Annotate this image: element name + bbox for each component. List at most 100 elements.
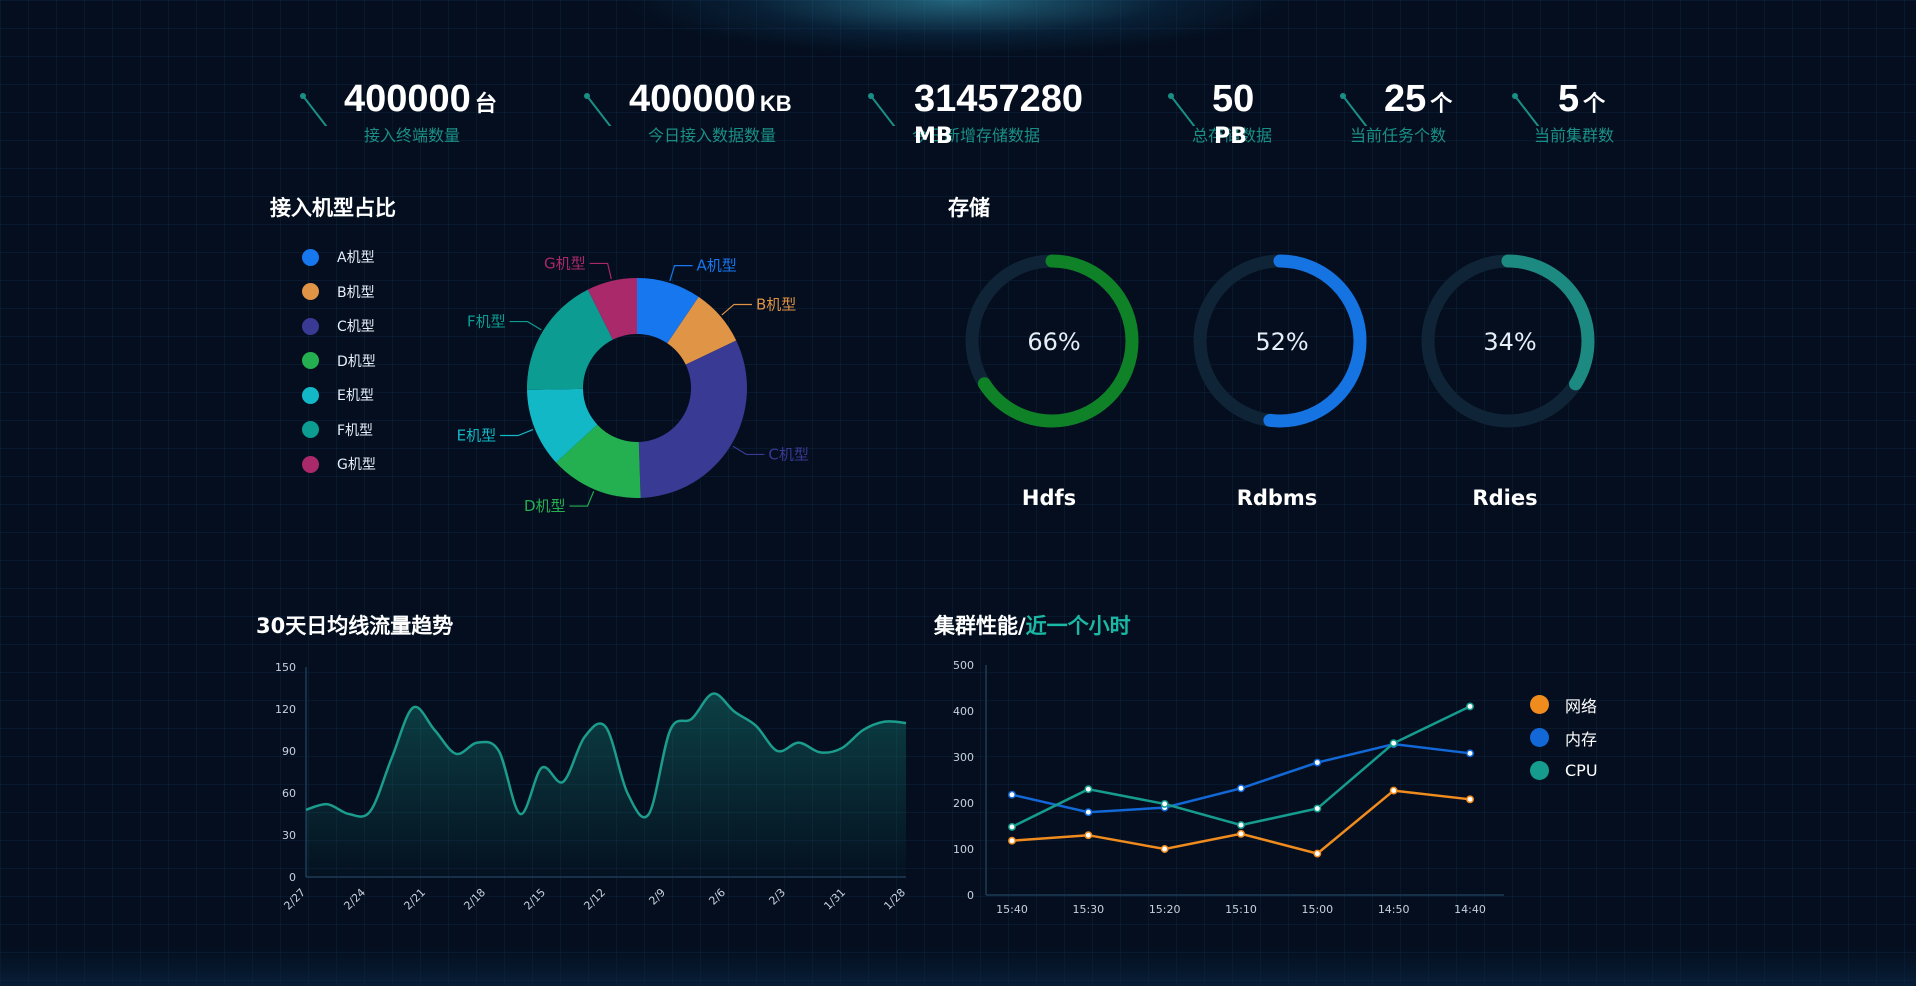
legend-item[interactable]: F机型 [302, 413, 376, 448]
gauge-value: 34% [1483, 328, 1536, 356]
legend-label: F机型 [337, 422, 374, 439]
series-point [1008, 790, 1016, 799]
perf-title: 集群性能/近一个小时 [934, 610, 1131, 640]
legend-label: B机型 [337, 284, 375, 301]
donut-slice-label: A机型 [697, 257, 737, 275]
stat-label: 今日接入数据数量 [648, 126, 777, 145]
x-tick-label: 2/3 [766, 886, 788, 908]
stat-unit: PB [1214, 124, 1247, 149]
legend-dot [302, 352, 319, 370]
x-tick-label: 2/27 [281, 886, 308, 913]
x-tick-label: 2/21 [401, 886, 428, 913]
model-share-title: 接入机型占比 [270, 196, 396, 220]
x-tick-label: 15:00 [1301, 903, 1333, 916]
donut-leader-line [721, 303, 752, 316]
y-tick-label: 500 [953, 659, 974, 672]
legend-item[interactable]: B机型 [302, 275, 376, 310]
x-tick-label: 2/24 [341, 886, 368, 913]
y-tick-label: 200 [953, 797, 974, 810]
legend-label: 网络 [1565, 696, 1598, 716]
legend-dot [302, 248, 319, 266]
series-point [1237, 829, 1245, 838]
donut-slice-label: F机型 [467, 313, 506, 331]
stat-value: 5个 [1558, 78, 1606, 120]
stat-label: 接入终端数量 [364, 126, 461, 145]
legend-item[interactable]: D机型 [302, 344, 376, 379]
perf-line-chart: 0 100 200 300 400 500 15:40 15:30 15:20 15:10 15:0… [953, 659, 1504, 916]
x-tick-label: 2/6 [706, 886, 728, 908]
y-tick-label: 300 [953, 751, 974, 764]
stat-value: 400000 台 [344, 78, 497, 120]
series-point [1389, 739, 1398, 748]
series-point [1389, 786, 1398, 795]
donut-leader-line [732, 445, 765, 456]
gauge-label-rdbms: Rdbms [1236, 486, 1318, 510]
perf-title-prefix: 集群性能/ [934, 614, 1026, 638]
y-tick-label: 100 [953, 843, 974, 856]
perf-legend-item[interactable]: 网络 [1530, 688, 1598, 721]
x-tick-label: 2/15 [521, 886, 548, 913]
legend-dot [302, 283, 319, 301]
x-tick-label: 2/18 [461, 886, 488, 913]
trend-title: 30天日均线流量趋势 [256, 614, 454, 638]
x-tick-label: 1/28 [881, 886, 908, 913]
gauge-label-rdies: Rdies [1472, 486, 1538, 510]
series-point [1466, 795, 1474, 804]
donut-leader-line [500, 429, 534, 437]
x-tick-label: 15:40 [996, 903, 1028, 916]
legend-item[interactable]: A机型 [302, 240, 376, 275]
donut-slice [638, 340, 747, 498]
y-tick-label: 30 [282, 829, 296, 842]
y-tick-label: 60 [282, 787, 296, 800]
series-point [1160, 799, 1169, 808]
legend-dot [302, 386, 319, 404]
series-line [1011, 742, 1471, 814]
series-point [1084, 785, 1093, 794]
y-tick-label: 120 [275, 703, 296, 716]
perf-legend: 网络内存 CPU [1530, 688, 1598, 787]
model-donut-chart: A机型 B机型 C机型 D机型 E机型 F机型 G机型 [457, 254, 809, 515]
perf-title-accent: 近一个小时 [1025, 614, 1131, 638]
donut-slice-label: G机型 [544, 254, 586, 272]
series-point [1313, 758, 1322, 767]
stat-value: 31457280 [914, 78, 1084, 120]
footer-glow [0, 946, 1916, 986]
stat-value: 25 个 [1384, 78, 1453, 120]
donut-slice-label: E机型 [457, 427, 496, 445]
stat-value: 50 [1212, 78, 1255, 120]
perf-legend-item[interactable]: CPU [1530, 754, 1598, 787]
series-point [1313, 849, 1322, 858]
trend-area-chart: 0 30 60 90 120 150 2/27 2/24 2/21 2/18 2/15 2/12 2/9… [275, 661, 908, 913]
legend-dot [302, 317, 319, 335]
series-point [1466, 702, 1474, 711]
perf-legend-item[interactable]: 内存 [1530, 721, 1598, 754]
y-tick-label: 0 [967, 889, 974, 902]
x-tick-label: 15:10 [1225, 903, 1257, 916]
y-tick-label: 90 [282, 745, 296, 758]
donut-leader-line [669, 265, 693, 282]
gauge-value: 52% [1255, 328, 1308, 356]
legend-dot [1530, 761, 1549, 780]
donut-leader-line [569, 491, 595, 507]
stat-label: 当前任务个数 [1350, 126, 1447, 145]
x-tick-label: 2/9 [646, 886, 668, 908]
legend-dot [302, 455, 319, 473]
series-point [1237, 784, 1245, 793]
legend-item[interactable]: G机型 [302, 447, 376, 482]
trend-area-fill [306, 693, 906, 877]
storage-title: 存储 [948, 196, 990, 220]
x-tick-label: 1/31 [821, 886, 848, 913]
stat-unit: MB [914, 124, 953, 149]
donut-leader-line [509, 320, 542, 331]
donut-slice-label: C机型 [768, 445, 808, 463]
legend-dot [1530, 695, 1549, 714]
series-point [1466, 749, 1474, 758]
storage-gauges: 66% 52% 34% [965, 254, 1595, 428]
stat-label: 当前集群数 [1534, 126, 1615, 145]
legend-item[interactable]: E机型 [302, 378, 376, 413]
legend-item[interactable]: C机型 [302, 309, 376, 344]
series-line [1011, 705, 1471, 829]
x-tick-label: 15:30 [1072, 903, 1104, 916]
donut-leader-line [589, 262, 612, 280]
x-tick-label: 14:40 [1454, 903, 1486, 916]
